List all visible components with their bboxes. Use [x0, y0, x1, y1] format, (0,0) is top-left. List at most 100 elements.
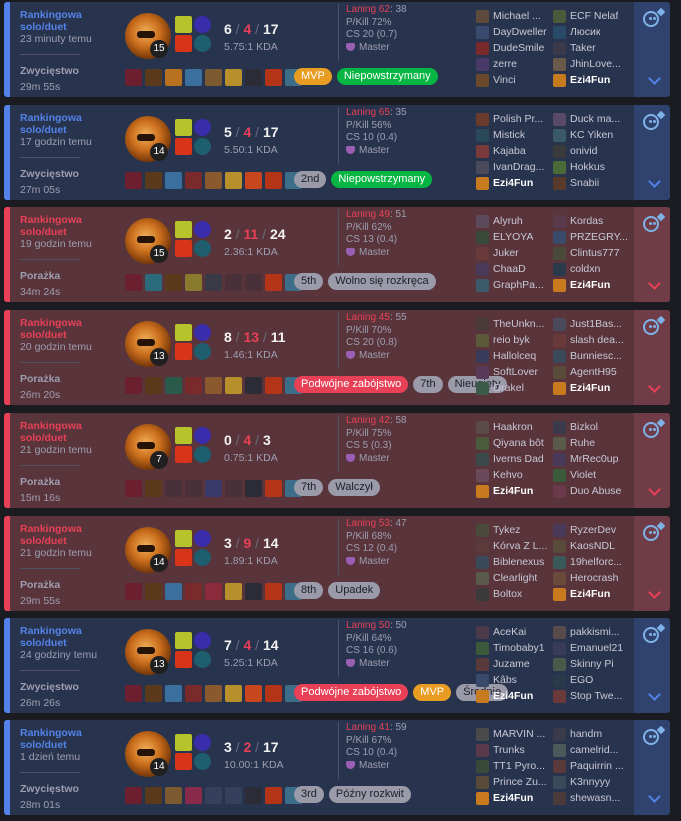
item-icon[interactable] — [165, 172, 182, 189]
player-row[interactable]: IvanDrag... — [476, 159, 554, 175]
player-name[interactable]: Paquirrin ... — [570, 758, 624, 774]
player-name[interactable]: PRZEGRY... — [570, 229, 628, 245]
trinket-icon[interactable] — [245, 480, 262, 497]
item-icon[interactable] — [185, 377, 202, 394]
primary-rune-icon[interactable] — [194, 530, 211, 547]
player-name[interactable]: Boltox — [493, 586, 522, 602]
player-row[interactable]: camelrid... — [553, 742, 631, 758]
item-icon[interactable] — [205, 787, 222, 804]
item-icon[interactable] — [185, 787, 202, 804]
player-row[interactable]: Bizkol — [553, 419, 631, 435]
match-card[interactable]: Rankingowa solo/duet 21 godzin temu Porażk… — [4, 516, 670, 611]
player-name[interactable]: Ezi4Fun — [570, 277, 610, 293]
player-row[interactable]: Prince Zu... — [476, 774, 554, 790]
player-name[interactable]: GraphPa... — [493, 277, 544, 293]
player-row[interactable]: Violet — [553, 467, 631, 483]
item-icon[interactable] — [205, 377, 222, 394]
player-name[interactable]: AceKai — [493, 624, 526, 640]
player-name[interactable]: Hallolceq — [493, 348, 536, 364]
rune-shard-icon[interactable] — [265, 583, 282, 600]
trinket-icon[interactable] — [245, 377, 262, 394]
player-name[interactable]: KC Yiken — [570, 127, 613, 143]
player-name[interactable]: Ezi4Fun — [493, 175, 533, 191]
item-icon[interactable] — [225, 787, 242, 804]
flash-spell-icon[interactable] — [175, 632, 192, 649]
player-row[interactable]: KC Yiken — [553, 127, 631, 143]
player-row[interactable]: DayDweller — [476, 24, 554, 40]
player-name[interactable]: onivid — [570, 143, 597, 159]
player-row[interactable]: Duck ma... — [553, 111, 631, 127]
player-row[interactable]: PRZEGRY... — [553, 229, 631, 245]
ignite-spell-icon[interactable] — [175, 651, 192, 668]
item-icon[interactable] — [165, 583, 182, 600]
player-name[interactable]: Just1Bas... — [570, 316, 622, 332]
match-card[interactable]: Rankingowa solo/duet 19 godzin temu Porażk… — [4, 207, 670, 302]
live-analysis-icon[interactable] — [641, 7, 666, 29]
item-icon[interactable] — [225, 583, 242, 600]
player-name[interactable]: Prince Zu... — [493, 774, 547, 790]
player-name[interactable]: Juzame — [493, 656, 530, 672]
flash-spell-icon[interactable] — [175, 221, 192, 238]
item-icon[interactable] — [145, 69, 162, 86]
item-icon[interactable] — [205, 685, 222, 702]
player-row[interactable]: Duo Abuse — [553, 483, 631, 499]
player-name[interactable]: RyzerDev — [570, 522, 616, 538]
player-name[interactable]: shewasn... — [570, 790, 620, 806]
player-row[interactable]: Alyruh — [476, 213, 554, 229]
rune-shard-icon[interactable] — [265, 787, 282, 804]
player-name[interactable]: zerre — [493, 56, 517, 72]
player-name[interactable]: EGO — [570, 672, 593, 688]
trinket-icon[interactable] — [245, 583, 262, 600]
item-icon[interactable] — [145, 787, 162, 804]
rune-shard-icon[interactable] — [265, 172, 282, 189]
player-name[interactable]: ELYOYA — [493, 229, 533, 245]
player-name[interactable]: Emanuel21 — [570, 640, 623, 656]
player-row[interactable]: Haakron — [476, 419, 554, 435]
player-row[interactable]: TheUnkn... — [476, 316, 554, 332]
player-row[interactable]: Hokkus — [553, 159, 631, 175]
player-name[interactable]: JhinLove... — [570, 56, 621, 72]
player-row[interactable]: Clearlight — [476, 570, 554, 586]
player-name[interactable]: Ezi4Fun — [493, 688, 533, 704]
player-row[interactable]: shewasn... — [553, 790, 631, 806]
item-icon[interactable] — [205, 480, 222, 497]
expand-panel[interactable] — [634, 720, 670, 815]
item-icon[interactable] — [205, 69, 222, 86]
item-icon[interactable] — [125, 787, 142, 804]
live-analysis-icon[interactable] — [641, 521, 666, 543]
player-row[interactable]: Clintus777 — [553, 245, 631, 261]
player-name[interactable]: KaosNDL — [570, 538, 615, 554]
item-icon[interactable] — [165, 274, 182, 291]
secondary-rune-icon[interactable] — [194, 240, 211, 257]
player-row[interactable]: Kâbs — [476, 672, 554, 688]
player-name[interactable]: Duck ma... — [570, 111, 620, 127]
item-icon[interactable] — [205, 172, 222, 189]
player-row[interactable]: coldxn — [553, 261, 631, 277]
player-row[interactable]: Iverns Dad — [476, 451, 554, 467]
flash-spell-icon[interactable] — [175, 530, 192, 547]
player-row[interactable]: Trunks — [476, 742, 554, 758]
match-card[interactable]: Rankingowa solo/duet 24 godziny temu Zwyci… — [4, 618, 670, 713]
player-row[interactable]: zerre — [476, 56, 554, 72]
chevron-down-icon[interactable] — [648, 483, 661, 496]
player-name[interactable]: Ezi4Fun — [570, 72, 610, 88]
trinket-icon[interactable] — [245, 274, 262, 291]
player-name[interactable]: Herocrash — [570, 570, 618, 586]
player-name[interactable]: Ezi4Fun — [570, 586, 610, 602]
item-icon[interactable] — [145, 480, 162, 497]
player-name[interactable]: Hokkus — [570, 159, 605, 175]
player-row[interactable]: Boltox — [476, 586, 554, 602]
item-icon[interactable] — [205, 274, 222, 291]
player-name[interactable]: Haakron — [493, 419, 533, 435]
player-row[interactable]: Polish Pr... — [476, 111, 554, 127]
player-row[interactable]: AgentH95 — [553, 364, 631, 380]
chevron-down-icon[interactable] — [648, 72, 661, 85]
secondary-rune-icon[interactable] — [194, 35, 211, 52]
item-icon[interactable] — [185, 274, 202, 291]
flash-spell-icon[interactable] — [175, 16, 192, 33]
live-analysis-icon[interactable] — [641, 212, 666, 234]
player-row[interactable]: RyzerDev — [553, 522, 631, 538]
player-name[interactable]: TT1 Pyro... — [493, 758, 545, 774]
player-name[interactable]: DayDweller — [493, 24, 547, 40]
player-row[interactable]: EGO — [553, 672, 631, 688]
